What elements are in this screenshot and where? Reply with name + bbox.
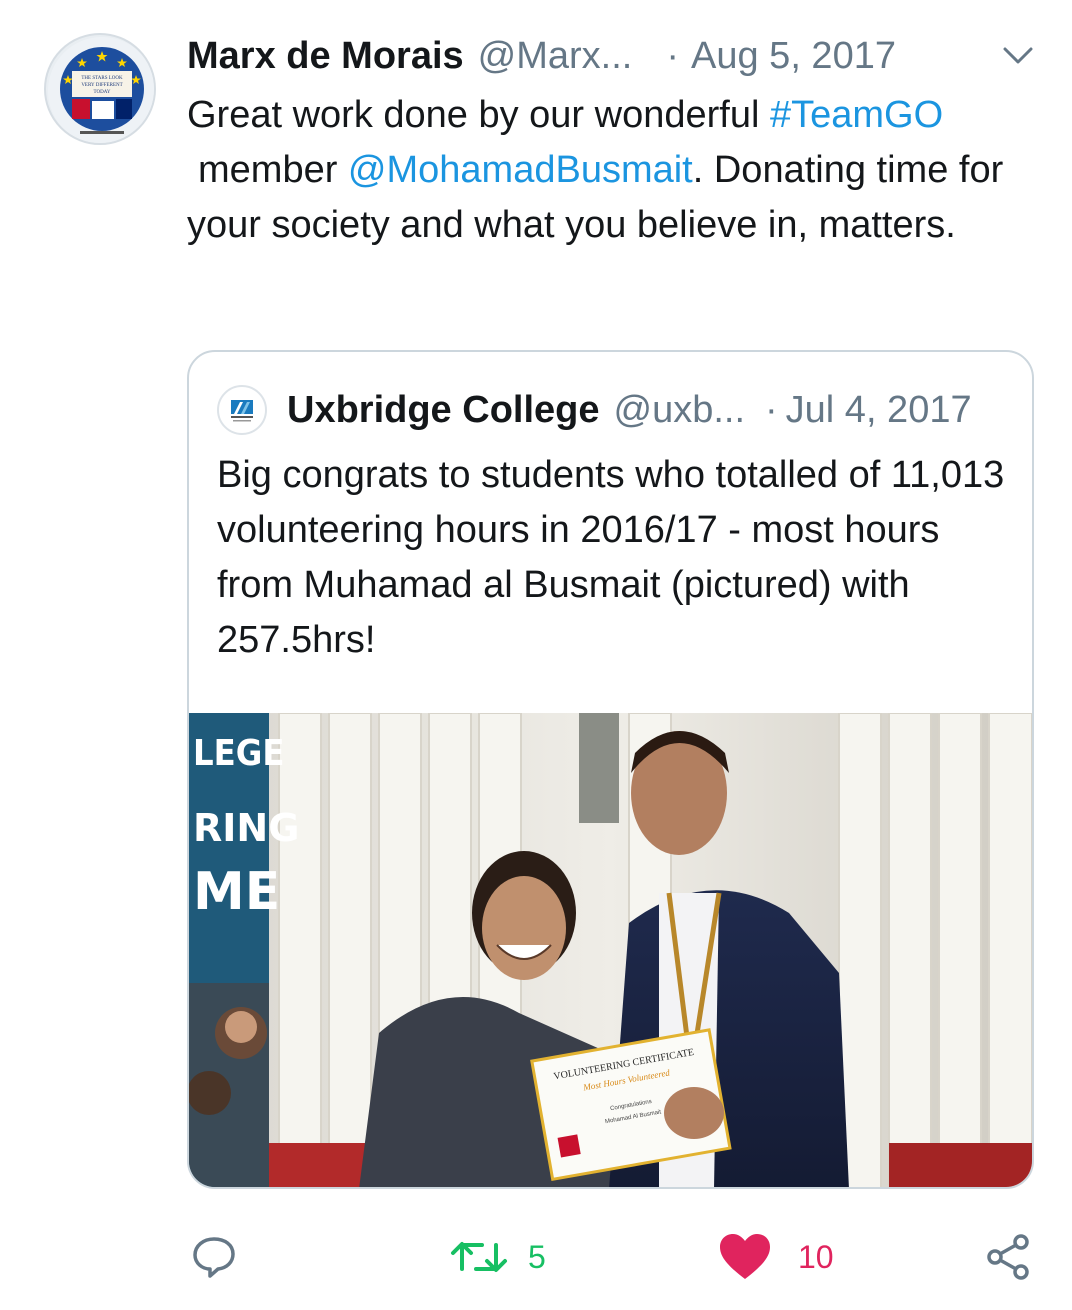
header-separator: · xyxy=(666,34,680,77)
retweet-icon xyxy=(451,1242,507,1272)
quoted-author-avatar[interactable] xyxy=(217,385,267,435)
quoted-date: Jul 4, 2017 xyxy=(785,388,972,431)
reply-icon xyxy=(193,1237,235,1278)
quoted-tweet-card[interactable]: Uxbridge College @uxb... · Jul 4, 2017 B… xyxy=(187,350,1034,1189)
banner-text-line1: LEGE xyxy=(193,733,284,774)
avatar-text-line2: VERY DIFFERENT xyxy=(81,83,122,88)
quoted-tweet-header: Uxbridge College @uxb... · Jul 4, 2017 xyxy=(217,382,1008,438)
award-photo-image: LEGE RING ME VOLUNTEERING CERTIFICATE Mo… xyxy=(189,713,1032,1187)
like-button[interactable]: 10 xyxy=(718,1222,834,1292)
tweet-text: Great work done by our wonderful #TeamGO… xyxy=(187,88,1047,253)
banner-text-line3: ME xyxy=(193,862,280,922)
quoted-separator: · xyxy=(765,388,778,431)
share-icon xyxy=(987,1234,1029,1280)
avatar-text-line1: THE STARS LOOK xyxy=(81,76,123,81)
mention-link[interactable]: @MohamadBusmait xyxy=(348,149,693,191)
quoted-tweet-text: Big congrats to students who totalled of… xyxy=(217,454,1005,661)
banner-text-line2: RING xyxy=(193,806,299,850)
share-button[interactable] xyxy=(984,1222,1032,1292)
retweet-count: 5 xyxy=(528,1238,546,1275)
retweet-button[interactable]: 5 xyxy=(448,1222,546,1292)
reply-button[interactable] xyxy=(190,1222,238,1292)
chevron-down-icon[interactable] xyxy=(1000,38,1036,68)
hashtag-link[interactable]: #TeamGO xyxy=(770,94,943,136)
author-avatar[interactable]: THE STARS LOOK VERY DIFFERENT TODAY xyxy=(44,33,156,145)
tweet-text-part2: member xyxy=(198,149,348,191)
college-logo-icon xyxy=(231,400,253,422)
author-handle[interactable]: @Marx... xyxy=(478,35,633,78)
tweet-date[interactable]: Aug 5, 2017 xyxy=(691,35,896,78)
quoted-tweet-photo[interactable]: LEGE RING ME VOLUNTEERING CERTIFICATE Mo… xyxy=(189,713,1032,1187)
quoted-display-name: Uxbridge College xyxy=(287,388,600,431)
tweet[interactable]: THE STARS LOOK VERY DIFFERENT TODAY Marx… xyxy=(0,0,1072,1310)
tweet-header: Marx de Morais @Marx... · Aug 5, 2017 xyxy=(187,28,1036,84)
author-display-name[interactable]: Marx de Morais xyxy=(187,35,464,78)
heart-icon xyxy=(720,1234,770,1279)
tweet-actions: 5 10 xyxy=(0,1222,1072,1292)
eu-stars-avatar-image: THE STARS LOOK VERY DIFFERENT TODAY xyxy=(48,37,154,143)
avatar-text-line3: TODAY xyxy=(94,90,111,95)
quoted-handle: @uxb... xyxy=(613,388,746,431)
like-count: 10 xyxy=(798,1238,834,1275)
tweet-text-part1: Great work done by our wonderful xyxy=(187,94,770,136)
